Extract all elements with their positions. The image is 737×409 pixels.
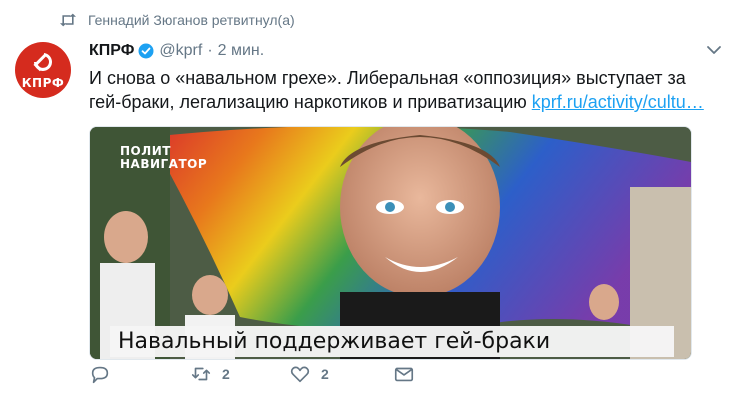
tweet-link[interactable]: kprf.ru/activity/cultu… xyxy=(532,92,704,112)
card-caption-text: Навальный поддерживает гей-браки xyxy=(118,329,551,354)
retweet-button[interactable]: 2 xyxy=(190,363,230,385)
retweet-context-label[interactable]: Геннадий Зюганов ретвитнул(а) xyxy=(88,12,295,28)
reply-button[interactable] xyxy=(89,363,111,385)
tweet-text: И снова о «навальном грехе». Либеральная… xyxy=(89,66,709,114)
author-handle[interactable]: @kprf xyxy=(159,42,202,60)
avatar-label: КПРФ xyxy=(21,76,65,90)
author-name[interactable]: КПРФ xyxy=(89,42,134,60)
like-count: 2 xyxy=(321,366,329,382)
card-logo-line2: НАВИГАТОР xyxy=(120,157,208,171)
card-caption: Навальный поддерживает гей-браки xyxy=(110,326,674,357)
heart-icon xyxy=(290,366,310,383)
verified-badge-icon xyxy=(138,43,154,59)
tweet-header: КПРФ @kprf · 2 мин. xyxy=(89,40,722,62)
retweet-context[interactable]: Геннадий Зюганов ретвитнул(а) xyxy=(58,10,295,30)
retweet-icon xyxy=(60,13,76,27)
separator-dot: · xyxy=(207,42,213,59)
retweet-count: 2 xyxy=(222,366,230,382)
tweet-timestamp[interactable]: 2 мин. xyxy=(218,42,265,60)
link-card[interactable]: ПОЛИТ НАВИГАТОР Навальный поддерживает г… xyxy=(89,126,692,360)
avatar[interactable]: КПРФ xyxy=(15,42,71,98)
chevron-down-icon[interactable] xyxy=(706,42,722,58)
like-button[interactable]: 2 xyxy=(289,363,329,385)
reply-icon xyxy=(91,366,109,384)
envelope-icon xyxy=(394,367,414,382)
card-logo: ПОЛИТ НАВИГАТОР xyxy=(120,145,207,171)
retweet-icon xyxy=(191,367,211,381)
hammer-sickle-icon xyxy=(33,53,52,72)
direct-message-button[interactable] xyxy=(393,363,415,385)
